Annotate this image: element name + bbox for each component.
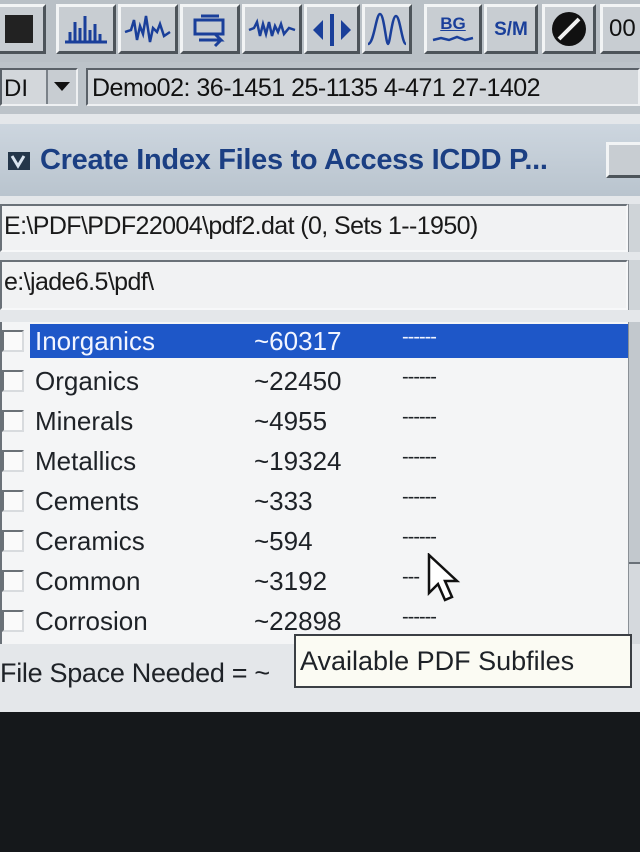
- noisy-pattern-icon: [124, 15, 171, 43]
- list-item[interactable]: Inorganics ~60317 ------: [2, 322, 628, 362]
- subfile-checkbox[interactable]: [2, 370, 24, 392]
- smooth-icon: [248, 18, 296, 39]
- subfile-status: ------: [402, 486, 437, 508]
- subfile-checkbox[interactable]: [2, 610, 24, 632]
- mouse-cursor-icon: [427, 553, 461, 602]
- background-button-label: BG: [440, 13, 466, 33]
- background-area: [0, 712, 640, 852]
- subfile-checkbox[interactable]: [2, 410, 24, 432]
- source-file-field[interactable]: E:\PDF\PDF22004\pdf2.dat (0, Sets 1--195…: [0, 204, 628, 252]
- destination-folder-field[interactable]: e:\jade6.5\pdf\: [0, 260, 628, 310]
- subfile-checkbox[interactable]: [2, 530, 24, 552]
- peak-profile-icon: [367, 12, 408, 46]
- peaks-button[interactable]: [56, 4, 116, 54]
- subfile-count: ~3192: [254, 566, 328, 596]
- compare-icon: [313, 14, 351, 46]
- subfile-name: Corrosion: [35, 606, 148, 636]
- subfile-name: Metallics: [35, 446, 137, 476]
- source-field-scroll[interactable]: [628, 204, 640, 252]
- subfile-status: ------: [402, 526, 437, 548]
- subfile-status: ------: [402, 606, 437, 628]
- subfile-status: ------: [402, 406, 437, 428]
- toolbar-button-left[interactable]: [0, 4, 46, 54]
- clear-icon: [552, 12, 586, 46]
- subfile-status: ------: [402, 446, 437, 468]
- subfile-name: Organics: [35, 366, 140, 396]
- destination-field-scroll[interactable]: [628, 260, 640, 310]
- subfile-count: ~594: [254, 526, 313, 556]
- list-item[interactable]: Organics ~22450 ------: [2, 362, 628, 402]
- close-button[interactable]: [606, 142, 640, 178]
- subfile-list: Inorganics ~60317 ------ Organics ~22450…: [0, 322, 628, 644]
- list-item[interactable]: Cements ~333 ------: [2, 482, 628, 522]
- subfile-name: Minerals: [35, 406, 134, 436]
- subfile-count: ~333: [254, 486, 313, 516]
- chevron-down-icon: [54, 82, 70, 91]
- project-bar: DI Demo02: 36-1451 25-1135 4-471 27-1402: [0, 62, 640, 114]
- subfile-status: ------: [402, 366, 437, 388]
- background-icon: [432, 35, 474, 41]
- transform-button[interactable]: [180, 4, 240, 54]
- signal-noise-button[interactable]: S/M: [484, 4, 538, 54]
- file-space-needed-label: File Space Needed = ~: [0, 658, 270, 688]
- subfile-count: ~22450: [254, 366, 342, 396]
- noisy-pattern-button[interactable]: [118, 4, 178, 54]
- signal-noise-label: S/M: [494, 18, 528, 40]
- list-item[interactable]: Metallics ~19324 ------: [2, 442, 628, 482]
- subfile-checkbox[interactable]: [2, 570, 24, 592]
- subfile-name: Cements: [35, 486, 140, 516]
- compare-button[interactable]: [304, 4, 360, 54]
- subfile-name: Inorganics: [35, 326, 155, 356]
- transform-icon: [193, 14, 225, 48]
- subfile-checkbox[interactable]: [2, 490, 24, 512]
- pattern-status-field: Demo02: 36-1451 25-1135 4-471 27-1402: [86, 68, 640, 106]
- toolbar: BG S/M 00: [0, 0, 640, 64]
- toolbar-button-right[interactable]: 00: [600, 4, 640, 54]
- list-item[interactable]: Common ~3192 ---: [2, 562, 628, 602]
- square-icon: [5, 15, 33, 43]
- create-index-dialog: Create Index Files to Access ICDD P... E…: [0, 114, 640, 712]
- project-combo-value: DI: [4, 75, 28, 102]
- list-item[interactable]: Ceramics ~594 ------: [2, 522, 628, 562]
- subfile-name: Ceramics: [35, 526, 145, 556]
- dialog-title: Create Index Files to Access ICDD P...: [40, 144, 548, 176]
- subfile-name: Common: [35, 566, 141, 596]
- screen: BG S/M 00 DI Demo02: 36-1451 25-1135 4-4…: [0, 0, 640, 852]
- list-scroll-thumb[interactable]: [629, 322, 640, 564]
- toolbar-right-label: 00: [609, 15, 636, 42]
- dialog-app-icon: [8, 152, 30, 170]
- subfile-status: ---: [402, 566, 420, 588]
- subfile-checkbox[interactable]: [2, 450, 24, 472]
- list-scrollbar[interactable]: [628, 322, 640, 644]
- smooth-button[interactable]: [242, 4, 302, 54]
- dialog-titlebar[interactable]: Create Index Files to Access ICDD P...: [0, 124, 640, 196]
- background-button[interactable]: BG: [424, 4, 482, 54]
- list-item[interactable]: Minerals ~4955 ------: [2, 402, 628, 442]
- peak-profile-button[interactable]: [362, 4, 412, 54]
- clear-button[interactable]: [542, 4, 596, 54]
- subfile-status: ------: [402, 326, 437, 348]
- subfiles-tooltip: Available PDF Subfiles: [294, 634, 632, 688]
- combo-dropdown-button[interactable]: [46, 70, 76, 104]
- subfile-checkbox[interactable]: [2, 330, 24, 352]
- subfile-count: ~19324: [254, 446, 342, 476]
- subfile-count: ~4955: [254, 406, 328, 436]
- project-combo[interactable]: DI: [0, 68, 78, 106]
- subfile-count: ~60317: [254, 326, 342, 356]
- subfile-count: ~22898: [254, 606, 342, 636]
- peaks-icon: [65, 16, 107, 44]
